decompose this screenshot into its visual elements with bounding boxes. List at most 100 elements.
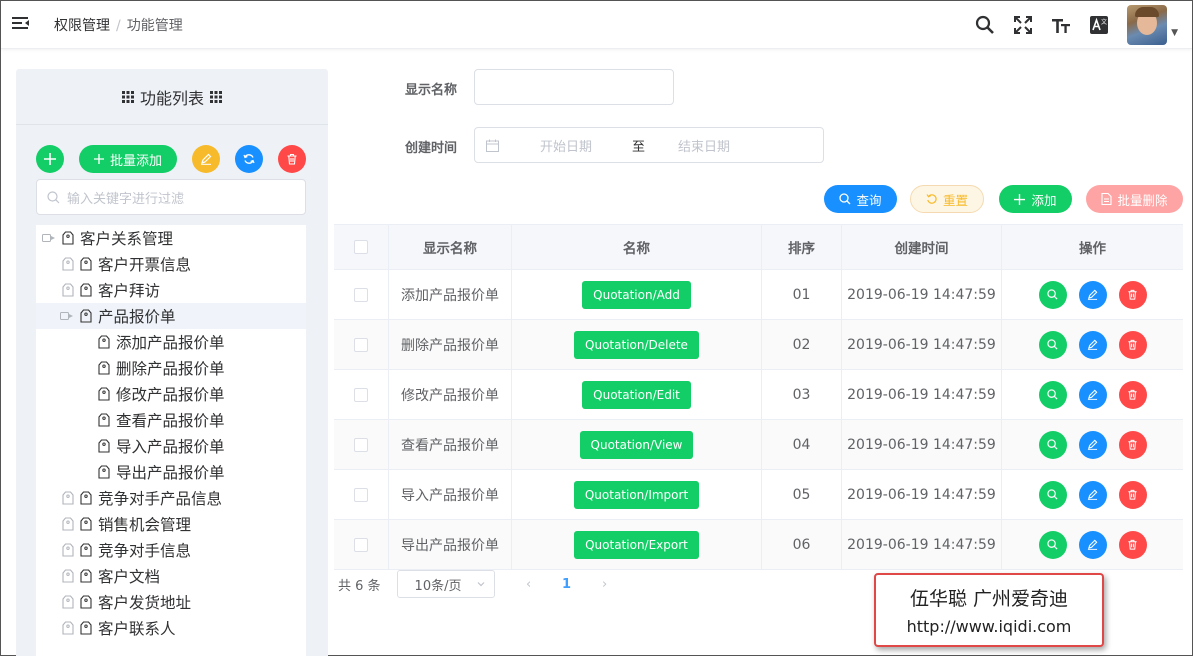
- avatar[interactable]: [1127, 5, 1168, 45]
- watermark-author: 伍华聪 广州爱奇迪: [909, 588, 1069, 610]
- tree-node[interactable]: 删除产品报价单: [36, 355, 306, 381]
- start-date-input[interactable]: 开始日期: [540, 136, 620, 155]
- prev-page-button[interactable]: ‹: [519, 577, 539, 592]
- tree-node-label: 销售机会管理: [98, 516, 192, 534]
- tree-node[interactable]: 导出产品报价单: [36, 459, 306, 485]
- cell-display-name: 修改产品报价单: [389, 370, 512, 419]
- font-size-icon[interactable]: [1051, 15, 1071, 35]
- menu-toggle-icon[interactable]: [11, 14, 31, 34]
- date-range-picker[interactable]: 开始日期 至 结束日期: [474, 127, 824, 163]
- view-button[interactable]: [1038, 380, 1067, 409]
- tree-node[interactable]: 客户关系管理: [36, 225, 306, 251]
- edit-button[interactable]: [1078, 280, 1107, 309]
- tree-node[interactable]: 客户开票信息: [36, 251, 306, 277]
- tree-delete-button[interactable]: [278, 145, 307, 173]
- view-button[interactable]: [1038, 330, 1067, 359]
- tree-node[interactable]: 客户文档: [36, 563, 306, 589]
- cell-created: 2019-06-19 14:47:59: [842, 520, 1002, 569]
- delete-button[interactable]: [1118, 280, 1147, 309]
- fullscreen-icon[interactable]: [1013, 15, 1033, 35]
- row-checkbox[interactable]: [354, 437, 368, 452]
- batch-delete-button[interactable]: 批量删除: [1086, 185, 1183, 213]
- row-checkbox[interactable]: [354, 287, 368, 302]
- cell-display-name: 删除产品报价单: [389, 320, 512, 369]
- display-name-label: 显示名称: [405, 83, 458, 98]
- translate-icon[interactable]: 文: [1089, 15, 1109, 35]
- tag-icon: [98, 361, 110, 375]
- view-button[interactable]: [1038, 530, 1067, 559]
- cell-created: 2019-06-19 14:47:59: [842, 470, 1002, 519]
- row-checkbox[interactable]: [354, 337, 368, 352]
- function-table: 显示名称 名称 排序 创建时间 操作 添加产品报价单 Quotation/Add…: [334, 224, 1183, 570]
- cell-name: Quotation/View: [512, 420, 762, 469]
- delete-button[interactable]: [1118, 480, 1147, 509]
- tree-node[interactable]: 客户发货地址: [36, 589, 306, 615]
- delete-button[interactable]: [1118, 530, 1147, 559]
- add-button[interactable]: 添加: [999, 185, 1072, 213]
- function-list-panel: 功能列表 批量添加 输入关键字进行过滤 客户关系管理 客户开票信息 客户拜访 产…: [16, 69, 328, 656]
- header-display-name[interactable]: 显示名称: [389, 225, 512, 269]
- view-button[interactable]: [1038, 280, 1067, 309]
- tree-node[interactable]: 销售机会管理: [36, 511, 306, 537]
- tree-node[interactable]: 添加产品报价单: [36, 329, 306, 355]
- row-select-cell: [334, 420, 389, 469]
- delete-button[interactable]: [1118, 380, 1147, 409]
- tree-refresh-button[interactable]: [235, 145, 264, 173]
- edit-button[interactable]: [1078, 380, 1107, 409]
- tree-node[interactable]: 客户联系人: [36, 615, 306, 641]
- edit-button[interactable]: [1078, 430, 1107, 459]
- tree-node[interactable]: 竞争对手产品信息: [36, 485, 306, 511]
- created-time-label: 创建时间: [405, 141, 458, 156]
- trash-icon: [287, 153, 297, 165]
- view-button[interactable]: [1038, 430, 1067, 459]
- tree-node[interactable]: 查看产品报价单: [36, 407, 306, 433]
- edit-button[interactable]: [1078, 330, 1107, 359]
- table-row: 导入产品报价单 Quotation/Import 05 2019-06-19 1…: [334, 470, 1183, 520]
- current-page[interactable]: 1: [557, 577, 577, 592]
- breadcrumb-parent[interactable]: 权限管理: [54, 18, 110, 34]
- batch-delete-label: 批量删除: [1117, 192, 1168, 208]
- tree-filter-input[interactable]: 输入关键字进行过滤: [36, 179, 306, 215]
- header-sort[interactable]: 排序: [762, 225, 842, 269]
- next-page-button[interactable]: ›: [595, 577, 615, 592]
- document-icon: [1101, 193, 1113, 205]
- chevron-down-icon[interactable]: ▼: [1171, 28, 1178, 38]
- tree-node[interactable]: 修改产品报价单: [36, 381, 306, 407]
- tree-edit-button[interactable]: [192, 145, 221, 173]
- edit-button[interactable]: [1078, 480, 1107, 509]
- select-all-checkbox[interactable]: [354, 240, 368, 254]
- cell-sort: 01: [762, 270, 842, 319]
- end-date-input[interactable]: 结束日期: [678, 136, 758, 155]
- search-icon[interactable]: [975, 15, 995, 35]
- tree-node-selected[interactable]: 产品报价单: [36, 303, 306, 329]
- tree-node-label: 查看产品报价单: [116, 412, 225, 430]
- reset-label: 重置: [942, 192, 968, 208]
- tree-add-button[interactable]: [36, 145, 64, 173]
- row-checkbox[interactable]: [354, 387, 368, 402]
- search-icon: [1047, 539, 1058, 550]
- panel-title: 功能列表: [16, 69, 328, 125]
- row-checkbox[interactable]: [354, 537, 368, 552]
- tree-node[interactable]: 导入产品报价单: [36, 433, 306, 459]
- page-size-select[interactable]: 10条/页: [396, 570, 495, 598]
- header-name[interactable]: 名称: [512, 225, 762, 269]
- view-button[interactable]: [1038, 480, 1067, 509]
- delete-button[interactable]: [1118, 430, 1147, 459]
- tree-node-label: 竞争对手产品信息: [98, 490, 223, 508]
- query-button[interactable]: 查询: [824, 185, 897, 213]
- batch-add-button[interactable]: 批量添加: [79, 145, 178, 173]
- display-name-input[interactable]: [474, 69, 674, 105]
- tag-icon: [62, 543, 74, 557]
- reset-button[interactable]: 重置: [910, 185, 984, 213]
- tree-node-label: 客户关系管理: [80, 230, 174, 248]
- cell-name: Quotation/Edit: [512, 370, 762, 419]
- tree-node[interactable]: 客户拜访: [36, 277, 306, 303]
- delete-button[interactable]: [1118, 330, 1147, 359]
- tag-icon: [80, 491, 92, 505]
- tree-node[interactable]: 竞争对手信息: [36, 537, 306, 563]
- table-row: 删除产品报价单 Quotation/Delete 02 2019-06-19 1…: [334, 320, 1183, 370]
- edit-button[interactable]: [1078, 530, 1107, 559]
- header-created[interactable]: 创建时间: [842, 225, 1002, 269]
- tag-icon: [98, 335, 110, 349]
- row-checkbox[interactable]: [354, 487, 368, 502]
